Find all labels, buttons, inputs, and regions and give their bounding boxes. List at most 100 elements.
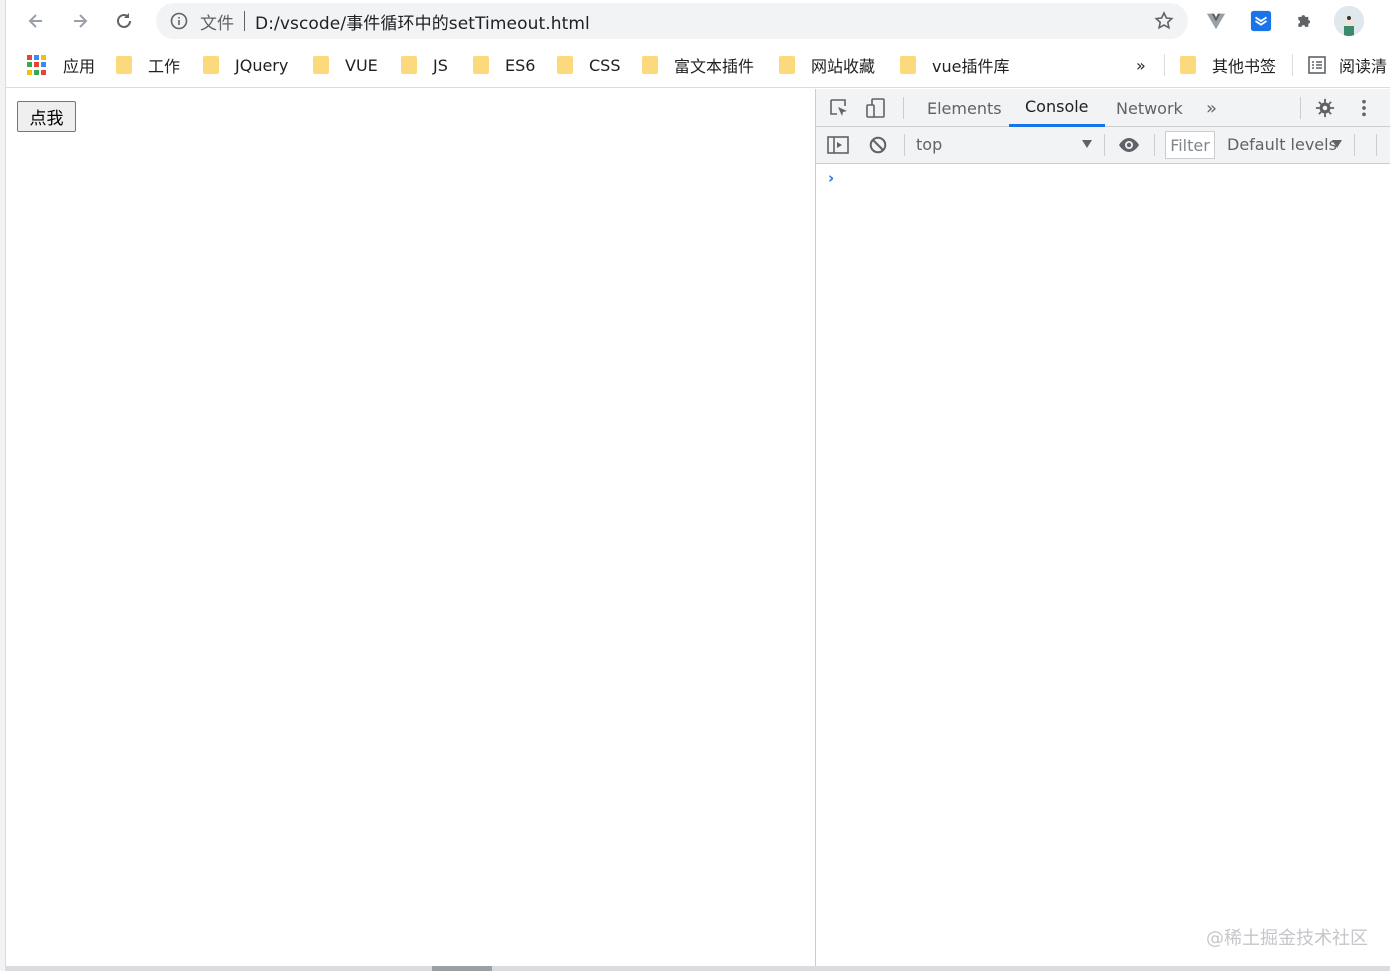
bookmark-label: 网站收藏 <box>811 57 876 76</box>
bookmark-folder[interactable]: JS <box>401 54 448 76</box>
watermark: @稀土掘金技术社区 <box>1206 928 1368 949</box>
folder-icon <box>116 56 132 74</box>
sidebar-toggle-button[interactable] <box>827 134 849 156</box>
page-viewport: 点我 <box>6 89 815 966</box>
bookmark-folder[interactable]: ES6 <box>473 54 535 76</box>
devtools-tab-bar: Elements Console Network » <box>816 89 1390 127</box>
avatar[interactable] <box>1334 6 1364 36</box>
bookmark-label: VUE <box>345 55 378 75</box>
reload-button[interactable] <box>109 6 139 36</box>
bookmark-folder[interactable]: VUE <box>313 54 378 76</box>
bookmark-label: 富文本插件 <box>674 57 755 76</box>
context-selector[interactable]: top <box>916 135 942 154</box>
folder-icon <box>473 56 489 74</box>
toolbar-divider <box>1376 134 1377 156</box>
bookmark-label: CSS <box>589 55 621 75</box>
back-icon <box>28 14 42 28</box>
caret-down-icon <box>1082 140 1092 148</box>
bookmark-apps[interactable]: 应用 <box>27 54 95 76</box>
bookmark-label: vue插件库 <box>932 57 1010 76</box>
bookmark-label: 其他书签 <box>1212 57 1277 76</box>
vue-devtools-extension[interactable] <box>1204 9 1228 33</box>
url-text[interactable]: D:/vscode/事件循环中的setTimeout.html <box>255 9 590 34</box>
extension-icon <box>1250 10 1272 32</box>
bookmark-label: JS <box>433 55 448 75</box>
folder-icon <box>1180 56 1196 74</box>
caret-down-icon <box>1332 140 1342 148</box>
bookmark-folder[interactable]: 网站收藏 <box>779 54 875 76</box>
bookmark-label: 工作 <box>148 57 181 76</box>
folder-icon <box>401 56 417 74</box>
console-toolbar: top Filter Default levels <box>816 127 1390 164</box>
bookmarks-divider <box>1292 54 1293 76</box>
vue-devtools-icon <box>1206 13 1226 30</box>
more-options-button[interactable] <box>1353 97 1375 119</box>
settings-button[interactable] <box>1314 97 1336 119</box>
bookmark-folder[interactable]: 富文本插件 <box>642 54 754 76</box>
reading-list-button[interactable]: 阅读清 <box>1307 54 1387 76</box>
folder-icon <box>900 56 916 74</box>
more-tabs-button[interactable]: » <box>1190 89 1233 127</box>
bookmarks-divider <box>1164 54 1165 76</box>
folder-icon <box>779 56 795 74</box>
kebab-menu-icon <box>1362 99 1366 117</box>
forward-button[interactable] <box>65 6 95 36</box>
folder-icon <box>203 56 219 74</box>
url-origin-label: 文件 <box>200 13 234 34</box>
star-icon[interactable] <box>1154 11 1174 31</box>
cursor-select-icon <box>830 99 847 116</box>
toolbar-divider <box>904 134 905 156</box>
bookmark-label: 应用 <box>63 57 96 76</box>
bookmark-label: 阅读清 <box>1339 57 1388 76</box>
reading-list-icon <box>1308 56 1326 74</box>
clear-console-button[interactable] <box>867 134 889 156</box>
bookmark-other[interactable]: 其他书签 <box>1180 54 1276 76</box>
horizontal-scrollbar[interactable] <box>6 966 1390 971</box>
extension-button[interactable] <box>1249 9 1273 33</box>
device-icon <box>866 98 885 118</box>
bookmark-folder[interactable]: 工作 <box>116 54 180 76</box>
bookmark-folder[interactable]: CSS <box>557 54 620 76</box>
info-icon[interactable] <box>170 12 188 30</box>
devtools-panel: Elements Console Network » top Filter De… <box>815 89 1390 966</box>
log-levels-dropdown[interactable]: Default levels <box>1227 135 1337 154</box>
bookmark-label: ES6 <box>505 55 536 75</box>
gear-icon <box>1315 98 1335 118</box>
live-expression-button[interactable] <box>1118 134 1140 156</box>
bookmarks-bar: 应用 工作 JQuery VUE JS ES6 CSS 富文本插件 网站收藏 v… <box>6 42 1390 88</box>
reload-icon <box>117 13 131 28</box>
url-separator <box>244 11 245 31</box>
forward-icon <box>74 14 88 28</box>
toolbar-divider <box>1154 134 1155 156</box>
address-bar[interactable]: 文件 D:/vscode/事件循环中的setTimeout.html <box>156 3 1188 39</box>
inspect-element-button[interactable] <box>828 97 850 119</box>
extensions-menu-button[interactable] <box>1293 9 1317 33</box>
console-filter-input[interactable]: Filter <box>1165 131 1215 159</box>
tab-elements[interactable]: Elements <box>911 89 1018 127</box>
toolbar-divider <box>1104 134 1105 156</box>
tab-console[interactable]: Console <box>1009 89 1105 127</box>
back-button[interactable] <box>21 6 51 36</box>
bookmark-folder[interactable]: JQuery <box>203 54 288 76</box>
toolbar-divider <box>1300 97 1301 119</box>
console-prompt-chevron-icon[interactable]: › <box>828 169 834 187</box>
folder-icon <box>642 56 658 74</box>
eye-icon <box>1119 138 1139 152</box>
tab-network[interactable]: Network <box>1100 89 1199 127</box>
toolbar-divider <box>1354 134 1355 156</box>
block-icon <box>869 136 887 154</box>
overflow-chevron-icon: » <box>1136 55 1146 75</box>
folder-icon <box>557 56 573 74</box>
device-toolbar-button[interactable] <box>865 97 887 119</box>
click-me-button[interactable]: 点我 <box>17 101 76 132</box>
bookmark-folder[interactable]: vue插件库 <box>900 54 1009 76</box>
puzzle-icon <box>1298 15 1310 27</box>
scrollbar-thumb[interactable] <box>432 966 492 971</box>
folder-icon <box>313 56 329 74</box>
bookmark-label: JQuery <box>235 55 289 75</box>
bookmarks-overflow-button[interactable]: » <box>1136 54 1146 76</box>
sidebar-icon <box>827 136 849 154</box>
toolbar-divider <box>903 97 904 119</box>
browser-toolbar: 文件 D:/vscode/事件循环中的setTimeout.html <box>6 0 1390 42</box>
apps-grid-icon <box>27 55 47 75</box>
